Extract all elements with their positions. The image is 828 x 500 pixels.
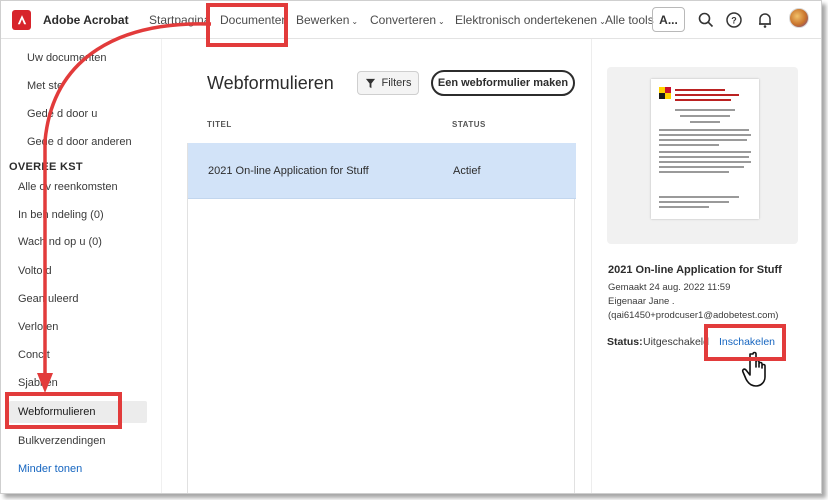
browser-window: Adobe Acrobat Startpagina Documenten Bew…: [0, 0, 822, 494]
annotation-arrow: [37, 22, 212, 393]
